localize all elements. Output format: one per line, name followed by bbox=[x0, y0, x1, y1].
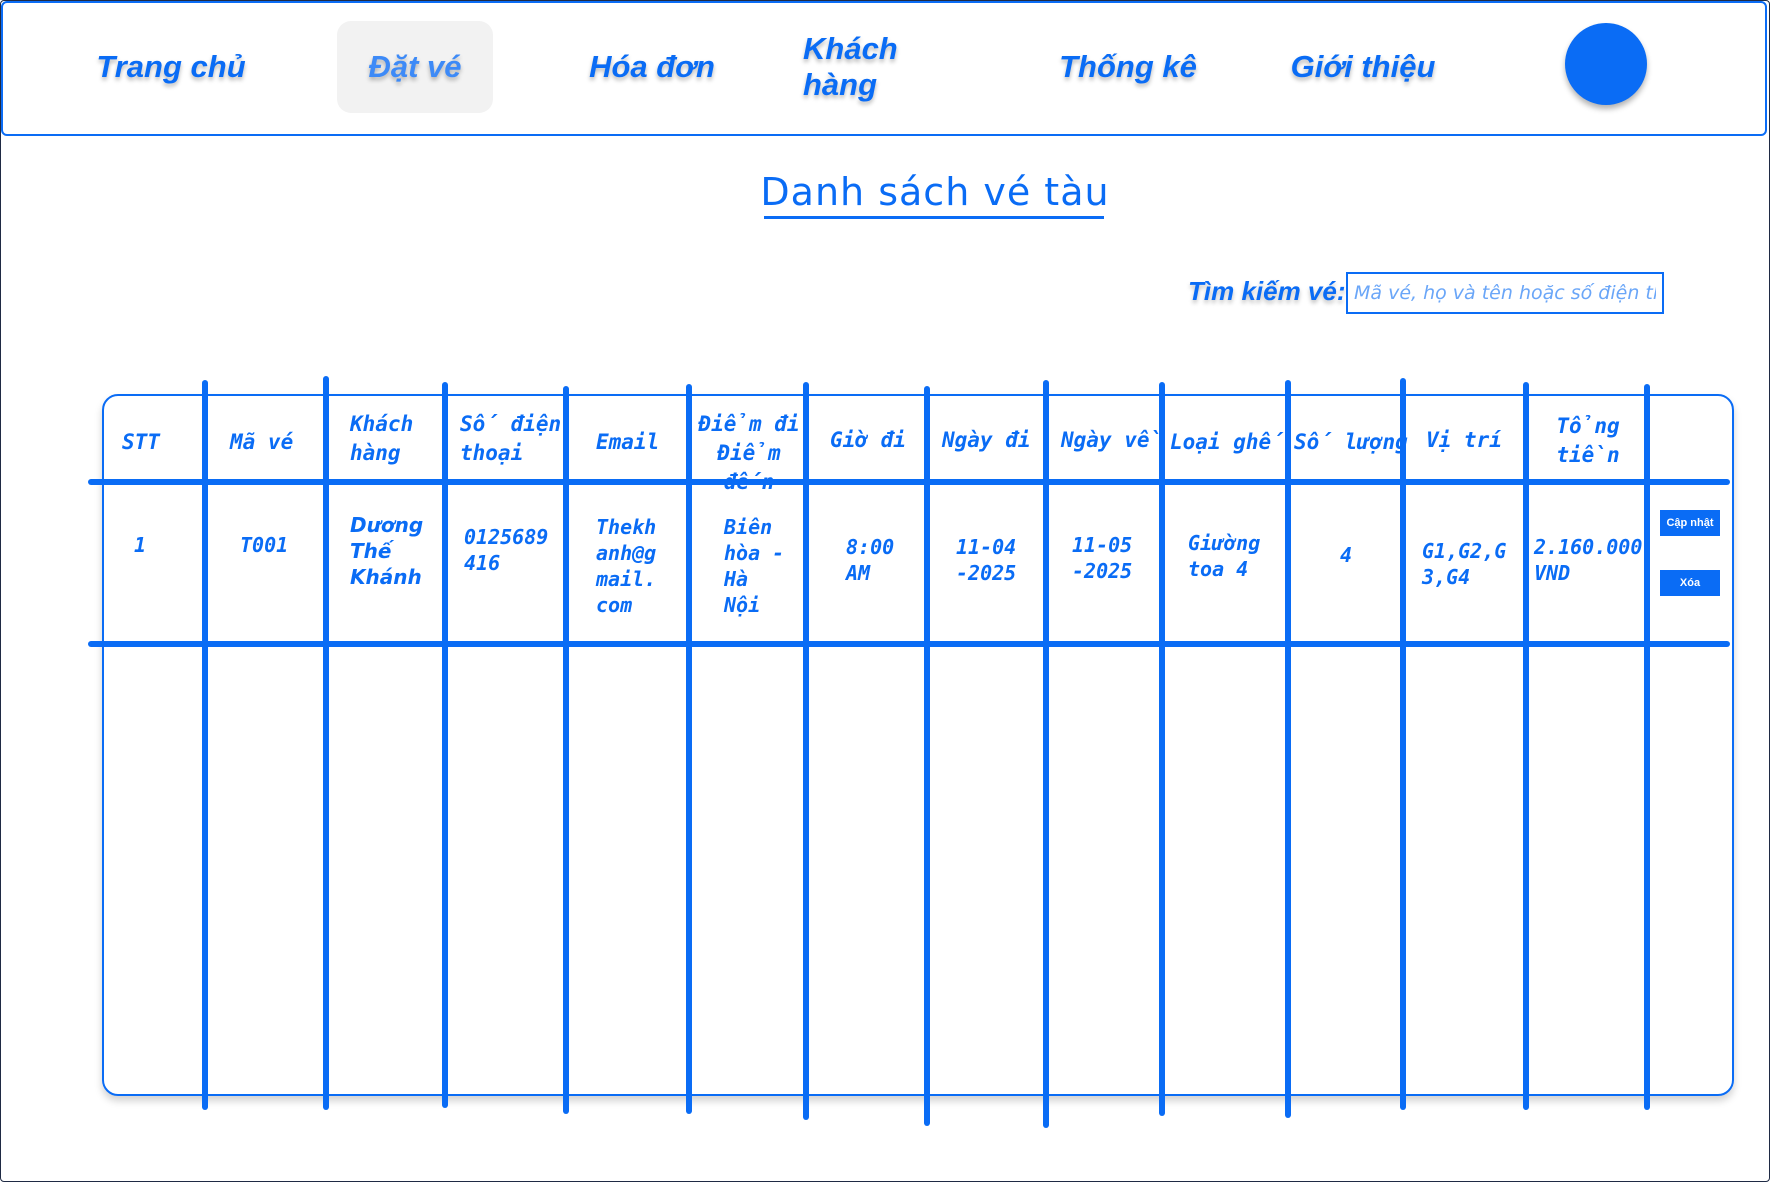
header-stt: STT bbox=[122, 430, 160, 454]
nav-thong-ke[interactable]: Thống kê bbox=[1059, 21, 1197, 113]
table-column-divider bbox=[1644, 384, 1650, 1110]
table-column-divider bbox=[924, 386, 930, 1126]
cell-tong-tien: 2.160.000 VND bbox=[1534, 535, 1643, 585]
nav-dat-ve[interactable]: Đặt vé bbox=[337, 21, 493, 113]
table-column-divider bbox=[1523, 382, 1529, 1110]
cell-ngay-di: 11-04-2025 bbox=[956, 535, 1017, 585]
cell-stt: 1 bbox=[134, 533, 147, 557]
header-diem-di-den: Điểm đi Điểm đến bbox=[698, 412, 800, 494]
delete-button[interactable]: Xóa bbox=[1660, 570, 1720, 596]
header-vi-tri: Vị trí bbox=[1426, 428, 1502, 452]
cell-so-luong: 4 bbox=[1340, 543, 1353, 567]
header-ngay-di: Ngày đi bbox=[942, 428, 1031, 452]
table-column-divider bbox=[323, 376, 329, 1110]
cell-ma-ve: T001 bbox=[240, 533, 289, 557]
search-input[interactable] bbox=[1346, 272, 1664, 314]
row-divider bbox=[88, 641, 1730, 647]
nav-khach-hang[interactable]: Khách hàng bbox=[803, 21, 979, 113]
cell-vi-tri: G1,G2,G3,G4 bbox=[1422, 539, 1507, 589]
ticket-table bbox=[102, 394, 1734, 1096]
top-navbar: Trang chủ Đặt vé Hóa đơn Khách hàng Thốn… bbox=[1, 1, 1767, 136]
table-column-divider bbox=[442, 382, 448, 1108]
cell-ngay-ve: 11-05-2025 bbox=[1072, 533, 1133, 583]
header-so-luong: Số lượng bbox=[1294, 430, 1408, 454]
header-khach-hang: Khách hàng bbox=[350, 412, 414, 465]
nav-hoa-don[interactable]: Hóa đơn bbox=[587, 21, 717, 113]
header-so-dien-thoai: Số điện thoại bbox=[460, 412, 562, 465]
cell-diem-di-den: Biên hòa - Hà Nội bbox=[724, 515, 785, 617]
title-underline bbox=[764, 216, 1104, 219]
page-title: Danh sách vé tàu bbox=[760, 170, 1110, 214]
header-ma-ve: Mã vé bbox=[230, 430, 294, 454]
user-avatar[interactable] bbox=[1565, 23, 1647, 105]
update-button[interactable]: Cập nhật bbox=[1660, 510, 1720, 536]
header-tong-tien: Tổng tiền bbox=[1556, 414, 1620, 467]
header-gio-di: Giờ đi bbox=[830, 428, 906, 452]
nav-gioi-thieu[interactable]: Giới thiệu bbox=[1289, 21, 1437, 113]
header-ngay-ve: Ngày về bbox=[1061, 428, 1163, 452]
header-divider bbox=[88, 479, 1730, 485]
table-column-divider bbox=[202, 380, 208, 1110]
table-column-divider bbox=[1159, 382, 1165, 1116]
table-column-divider bbox=[1043, 380, 1049, 1128]
search-label: Tìm kiếm vé: bbox=[1188, 276, 1346, 306]
nav-trang-chu[interactable]: Trang chủ bbox=[95, 21, 247, 113]
table-column-divider bbox=[1285, 380, 1291, 1118]
table-column-divider bbox=[1400, 378, 1406, 1110]
table-column-divider bbox=[686, 384, 692, 1114]
header-email: Email bbox=[596, 430, 660, 454]
cell-loai-ghe: Giường toa 4 bbox=[1188, 531, 1261, 581]
cell-so-dien-thoai: 0125689416 bbox=[464, 525, 549, 575]
cell-khach-hang: Dương Thế Khánh bbox=[350, 513, 424, 589]
table-column-divider bbox=[563, 386, 569, 1114]
cell-gio-di: 8:00 AM bbox=[846, 535, 895, 585]
cell-email: Thekhanh@gmail.com bbox=[596, 515, 657, 617]
header-loai-ghe: Loại ghế bbox=[1170, 430, 1284, 454]
